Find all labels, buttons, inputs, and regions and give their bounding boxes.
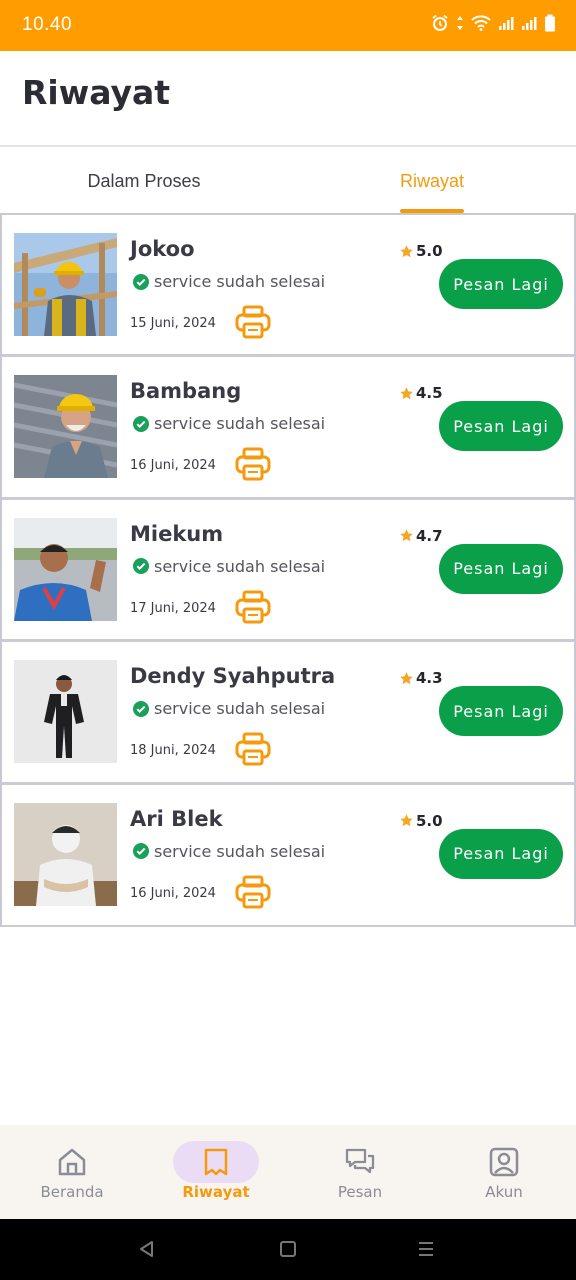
bottom-nav: Beranda Riwayat Pesan Akun bbox=[0, 1125, 576, 1219]
order-card[interactable]: Jokoo service sudah selesai 15 Juni, 202… bbox=[0, 215, 576, 358]
rating: 4.7 bbox=[399, 527, 443, 545]
order-card[interactable]: Bambang service sudah selesai 16 Juni, 2… bbox=[0, 357, 576, 500]
check-circle-icon bbox=[133, 273, 149, 290]
pesan-lagi-button[interactable]: Pesan Lagi bbox=[439, 686, 563, 737]
star-icon bbox=[400, 529, 413, 542]
printer-icon[interactable] bbox=[234, 446, 272, 482]
nav-active-pill bbox=[173, 1141, 259, 1183]
check-circle-icon bbox=[133, 558, 149, 575]
star-icon bbox=[400, 244, 413, 257]
worker-photo bbox=[14, 660, 117, 764]
rating-value: 5.0 bbox=[416, 242, 443, 260]
check-circle-icon bbox=[133, 415, 149, 432]
nav-item-pesan[interactable]: Pesan bbox=[288, 1125, 432, 1219]
status-time: 10.40 bbox=[22, 14, 73, 35]
home-icon bbox=[58, 1148, 86, 1176]
worker-name: Dendy Syahputra bbox=[130, 664, 336, 689]
rating: 4.5 bbox=[399, 384, 443, 402]
page-title: Riwayat bbox=[22, 73, 171, 112]
printer-icon[interactable] bbox=[234, 589, 272, 625]
rating: 5.0 bbox=[399, 242, 443, 260]
star-icon bbox=[400, 671, 413, 684]
rating-value: 4.5 bbox=[416, 384, 443, 403]
pesan-lagi-button[interactable]: Pesan Lagi bbox=[439, 259, 563, 309]
star-icon bbox=[400, 814, 413, 827]
signal-icon-1 bbox=[499, 17, 514, 30]
worker-photo bbox=[14, 375, 117, 479]
pesan-lagi-button[interactable]: Pesan Lagi bbox=[439, 828, 563, 879]
worker-name: Ari Blek bbox=[130, 806, 223, 831]
worker-photo bbox=[14, 233, 117, 336]
nav-label: Akun bbox=[485, 1183, 523, 1201]
signal-icon-2 bbox=[522, 17, 537, 30]
nav-label: Beranda bbox=[40, 1183, 104, 1201]
system-nav-bar bbox=[0, 1219, 576, 1280]
worker-name: Miekum bbox=[130, 521, 224, 546]
check-circle-icon bbox=[133, 843, 149, 860]
tab-riwayat[interactable]: Riwayat bbox=[288, 149, 576, 213]
rating-value: 5.0 bbox=[416, 811, 443, 830]
nav-item-riwayat[interactable]: Riwayat bbox=[144, 1125, 288, 1219]
rating-value: 4.3 bbox=[416, 669, 443, 688]
printer-icon[interactable] bbox=[234, 304, 272, 340]
status-bar: 10.40 bbox=[0, 0, 576, 51]
status-text: service sudah selesai bbox=[154, 414, 326, 434]
order-date: 18 Juni, 2024 bbox=[130, 743, 216, 759]
order-date: 16 Juni, 2024 bbox=[130, 885, 216, 901]
status-text: service sudah selesai bbox=[154, 272, 326, 291]
alarm-icon bbox=[432, 14, 448, 31]
check-circle-icon bbox=[133, 700, 149, 717]
battery-icon bbox=[545, 14, 555, 32]
order-date: 17 Juni, 2024 bbox=[130, 600, 216, 616]
status-icons bbox=[431, 14, 556, 32]
order-card[interactable]: Ari Blek service sudah selesai 16 Juni, … bbox=[0, 784, 576, 927]
receipt-icon bbox=[204, 1148, 228, 1176]
service-status: service sudah selesai bbox=[133, 272, 325, 291]
printer-icon[interactable] bbox=[234, 874, 272, 910]
nav-label: Riwayat bbox=[182, 1183, 250, 1201]
order-date: 16 Juni, 2024 bbox=[130, 458, 216, 474]
chat-icon bbox=[345, 1148, 375, 1174]
worker-name: Jokoo bbox=[130, 237, 195, 261]
home-button-icon[interactable] bbox=[279, 1239, 297, 1259]
nav-label: Pesan bbox=[337, 1183, 383, 1201]
menu-icon[interactable] bbox=[416, 1239, 436, 1259]
pesan-lagi-button[interactable]: Pesan Lagi bbox=[439, 543, 563, 594]
status-text: service sudah selesai bbox=[154, 556, 326, 576]
rating: 4.3 bbox=[399, 669, 443, 687]
order-history-list: Jokoo service sudah selesai 15 Juni, 202… bbox=[0, 213, 576, 927]
worker-photo bbox=[14, 517, 117, 621]
page-header: Riwayat bbox=[0, 51, 576, 147]
rating: 5.0 bbox=[399, 812, 443, 830]
service-status: service sudah selesai bbox=[133, 557, 325, 576]
tab-bar: Dalam Proses Riwayat bbox=[0, 149, 576, 213]
status-text: service sudah selesai bbox=[154, 841, 326, 861]
order-date: 15 Juni, 2024 bbox=[130, 316, 216, 331]
star-icon bbox=[400, 387, 413, 400]
order-card[interactable]: Miekum service sudah selesai 17 Juni, 20… bbox=[0, 499, 576, 643]
data-arrows-icon bbox=[457, 16, 463, 30]
service-status: service sudah selesai bbox=[133, 699, 325, 718]
account-icon bbox=[489, 1147, 519, 1177]
rating-value: 4.7 bbox=[416, 526, 443, 545]
wifi-icon bbox=[471, 15, 491, 31]
order-card[interactable]: Dendy Syahputra service sudah selesai 18… bbox=[0, 642, 576, 785]
status-text: service sudah selesai bbox=[154, 699, 326, 719]
tab-dalam-proses[interactable]: Dalam Proses bbox=[0, 149, 288, 213]
printer-icon[interactable] bbox=[234, 731, 272, 767]
nav-item-akun[interactable]: Akun bbox=[432, 1125, 576, 1219]
pesan-lagi-button[interactable]: Pesan Lagi bbox=[439, 401, 563, 452]
worker-photo bbox=[14, 802, 117, 906]
back-icon[interactable] bbox=[137, 1239, 157, 1259]
nav-item-beranda[interactable]: Beranda bbox=[0, 1125, 144, 1219]
worker-name: Bambang bbox=[130, 379, 242, 404]
service-status: service sudah selesai bbox=[133, 414, 325, 433]
service-status: service sudah selesai bbox=[133, 842, 325, 861]
